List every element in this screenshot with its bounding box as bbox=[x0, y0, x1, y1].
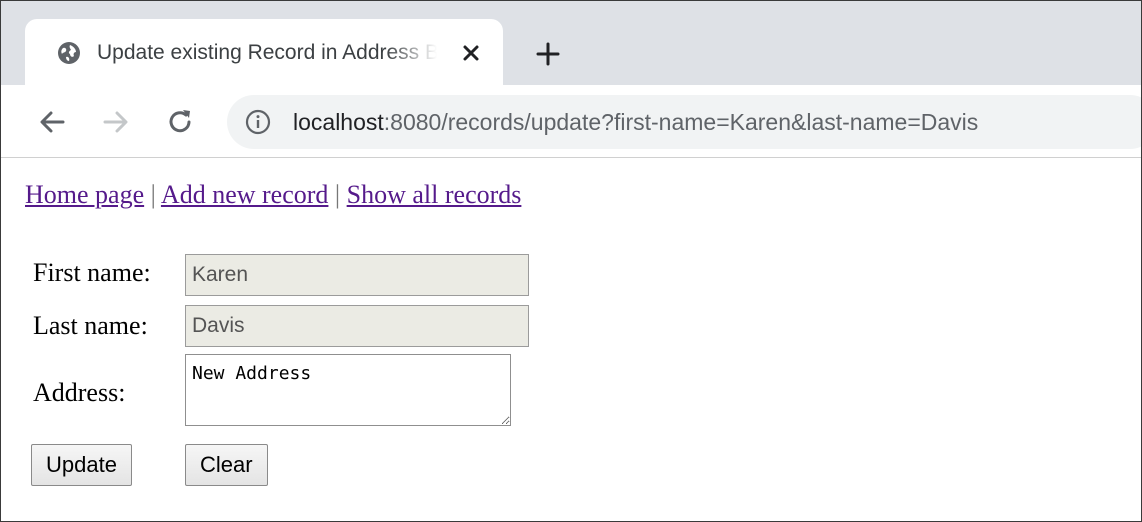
clear-button[interactable]: Clear bbox=[185, 444, 268, 486]
browser-toolbar: localhost:8080/records/update?first-name… bbox=[1, 85, 1141, 158]
last-name-input[interactable] bbox=[185, 305, 529, 347]
address-textarea[interactable]: New Address bbox=[185, 354, 511, 426]
last-name-label: Last name: bbox=[33, 311, 148, 340]
address-bar[interactable]: localhost:8080/records/update?first-name… bbox=[227, 95, 1141, 149]
reload-icon[interactable] bbox=[165, 107, 195, 137]
url-host: localhost bbox=[293, 109, 384, 135]
update-button[interactable]: Update bbox=[31, 444, 132, 486]
forward-arrow-icon[interactable] bbox=[101, 107, 131, 137]
url-text[interactable]: localhost:8080/records/update?first-name… bbox=[293, 106, 978, 138]
globe-icon bbox=[58, 42, 80, 64]
separator: | bbox=[150, 180, 156, 209]
plus-icon[interactable] bbox=[533, 39, 563, 69]
tab-title: Update existing Record in Address Book bbox=[97, 41, 437, 64]
browser-window: Update existing Record in Address Book l… bbox=[0, 0, 1142, 522]
add-new-record-link[interactable]: Add new record bbox=[161, 180, 329, 209]
home-page-link[interactable]: Home page bbox=[25, 180, 144, 209]
back-arrow-icon[interactable] bbox=[37, 107, 67, 137]
nav-links: Home page | Add new record | Show all re… bbox=[25, 178, 521, 212]
page-content: Home page | Add new record | Show all re… bbox=[1, 158, 1141, 521]
first-name-input[interactable] bbox=[185, 254, 529, 296]
url-path: :8080/records/update?first-name=Karen&la… bbox=[383, 109, 979, 135]
separator: | bbox=[334, 180, 341, 209]
address-label: Address: bbox=[33, 378, 126, 407]
browser-tab[interactable]: Update existing Record in Address Book bbox=[25, 19, 503, 85]
show-all-records-link[interactable]: Show all records bbox=[347, 180, 522, 209]
tab-strip: Update existing Record in Address Book bbox=[1, 1, 1141, 85]
first-name-label: First name: bbox=[33, 258, 151, 287]
close-icon[interactable] bbox=[457, 39, 485, 67]
info-icon[interactable] bbox=[245, 109, 271, 135]
